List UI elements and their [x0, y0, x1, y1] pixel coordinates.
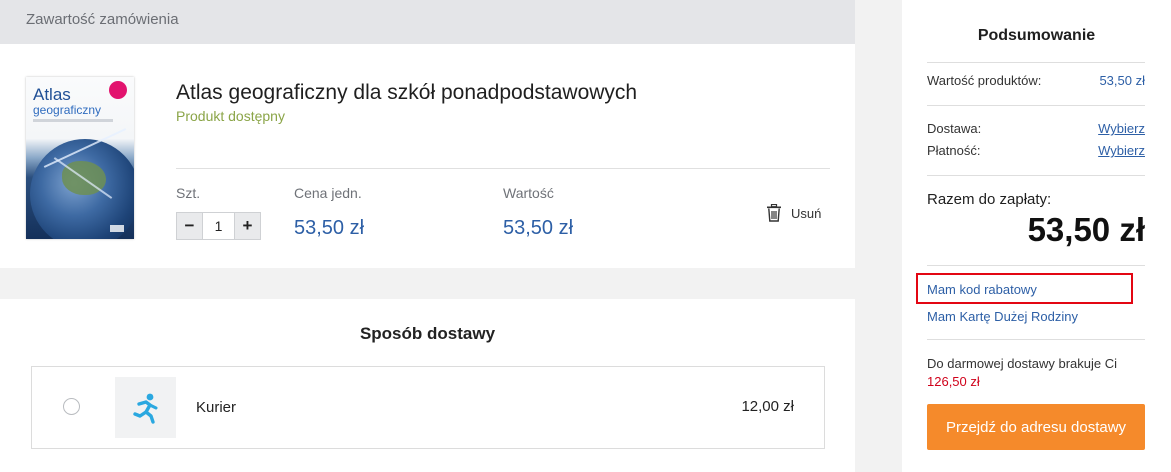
cover-title: Atlas — [33, 85, 71, 104]
family-card-link[interactable]: Mam Kartę Dużej Rodziny — [927, 309, 1078, 324]
courier-icon-box — [115, 377, 176, 438]
remove-label: Usuń — [791, 205, 822, 221]
shipping-label: Dostawa: — [927, 121, 982, 136]
courier-name: Kurier — [196, 399, 237, 416]
payment-label: Płatność: — [927, 143, 981, 158]
order-summary-panel: Podsumowanie Wartość produktów: 53,50 zł… — [902, 0, 1171, 472]
free-shipping-info: Do darmowej dostawy brakuje Ci — [927, 356, 1118, 371]
order-content-title: Zawartość zamówienia — [26, 11, 179, 28]
courier-price: 12,00 zł — [741, 398, 794, 415]
availability-status: Produkt dostępny — [176, 108, 285, 124]
payment-row: Płatność: Wybierz — [927, 143, 1145, 158]
delivery-option-courier[interactable]: Kurier 12,00 zł — [31, 366, 825, 449]
product-cover-image[interactable]: Atlas geograficzny — [26, 77, 134, 239]
order-content-header: Zawartość zamówienia — [0, 0, 855, 44]
delivery-method-card: Sposób dostawy Kurier 12,00 zł — [0, 299, 855, 472]
total-value: 53,50 zł — [1027, 211, 1145, 248]
products-value-label: Wartość produktów: — [927, 73, 1042, 88]
quantity-input[interactable]: 1 — [203, 212, 234, 240]
divider — [927, 175, 1145, 176]
product-card: Atlas geograficzny Atlas geograficzny dl… — [0, 44, 855, 268]
quantity-label: Szt. — [176, 185, 201, 201]
choose-shipping-link[interactable]: Wybierz — [1098, 121, 1145, 136]
publisher-logo — [110, 225, 124, 232]
divider — [927, 265, 1145, 266]
quantity-decrease-button[interactable]: − — [176, 212, 203, 240]
choose-payment-link[interactable]: Wybierz — [1098, 143, 1145, 158]
running-person-icon — [132, 393, 157, 424]
cover-note — [33, 119, 113, 122]
proceed-to-address-button[interactable]: Przejdź do adresu dostawy — [927, 404, 1145, 450]
total-label: Razem do zapłaty: — [927, 191, 1052, 208]
divider — [927, 339, 1145, 340]
divider — [176, 168, 830, 169]
delivery-method-title: Sposób dostawy — [359, 324, 496, 343]
line-value: 53,50 zł — [503, 217, 574, 239]
cover-subtitle: geograficzny — [33, 103, 102, 117]
quantity-increase-button[interactable]: + — [234, 212, 261, 240]
unit-price: 53,50 zł — [294, 217, 365, 239]
courier-radio[interactable] — [63, 398, 80, 415]
product-name[interactable]: Atlas geograficzny dla szkół ponadpodsta… — [176, 81, 637, 105]
free-shipping-missing-amount: 126,50 zł — [927, 374, 980, 389]
divider — [927, 62, 1145, 63]
products-value: 53,50 zł — [1099, 73, 1145, 88]
products-value-row: Wartość produktów: 53,50 zł — [927, 73, 1145, 88]
cover-badge — [109, 81, 127, 99]
value-label: Wartość — [503, 185, 554, 201]
divider — [927, 105, 1145, 106]
discount-code-link[interactable]: Mam kod rabatowy — [927, 282, 1037, 297]
quantity-stepper: − 1 + — [176, 212, 261, 240]
unit-price-label: Cena jedn. — [294, 185, 362, 201]
shipping-row: Dostawa: Wybierz — [927, 121, 1145, 136]
trash-icon — [767, 204, 781, 222]
summary-title: Podsumowanie — [977, 27, 1096, 44]
remove-button[interactable]: Usuń — [766, 204, 821, 222]
